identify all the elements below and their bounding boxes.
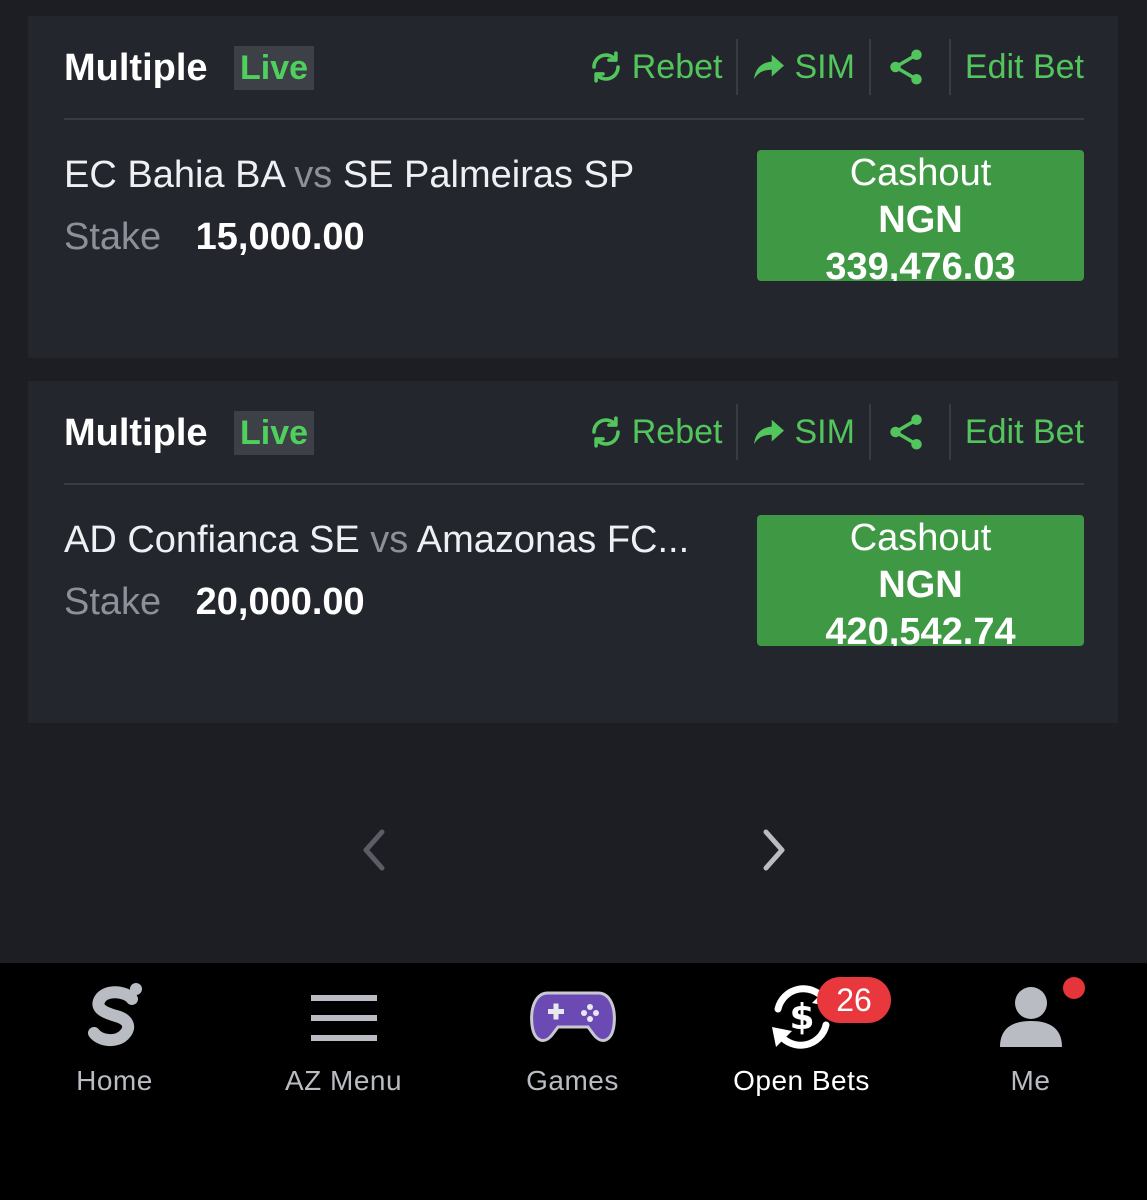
share-button[interactable] <box>871 38 949 96</box>
stake-label: Stake <box>64 581 162 623</box>
bet-card-header: Multiple Live Rebet SIM Edit Bet <box>64 381 1084 485</box>
home-team: AD Confianca SE <box>64 519 360 561</box>
bottom-tab-bar: Home AZ Menu Games $ 26 Open Bets Me <box>0 963 1147 1200</box>
rebet-label: Rebet <box>631 47 723 86</box>
tab-open-bets-label: Open Bets <box>733 1065 870 1096</box>
previous-page-button[interactable] <box>356 826 392 879</box>
share-button[interactable] <box>871 403 949 461</box>
vs-label: vs <box>370 519 409 561</box>
edit-bet-button[interactable]: Edit Bet <box>951 38 1084 96</box>
refresh-icon <box>591 416 620 448</box>
bet-card: Multiple Live Rebet SIM Edit Bet <box>28 381 1118 723</box>
hamburger-menu-icon <box>310 995 377 1041</box>
rebet-button[interactable]: Rebet <box>574 403 737 461</box>
cashout-label: Cashout <box>849 152 992 194</box>
rebet-label: Rebet <box>631 412 723 451</box>
cashout-button[interactable]: Cashout NGN 339,476.03 <box>757 150 1084 281</box>
refresh-icon <box>591 51 620 83</box>
sim-button[interactable]: SIM <box>738 38 868 96</box>
chevron-left-icon <box>363 829 385 871</box>
next-page-button[interactable] <box>756 826 792 879</box>
bet-actions: Rebet SIM Edit Bet <box>574 403 1084 461</box>
away-team: Amazonas FC... <box>416 519 690 561</box>
live-badge: Live <box>234 46 315 90</box>
tab-me-label: Me <box>1010 1065 1051 1096</box>
open-bets-count-badge: 26 <box>817 977 891 1023</box>
sim-label: SIM <box>794 412 855 451</box>
tab-me[interactable]: Me <box>916 963 1145 1113</box>
tab-az-menu[interactable]: AZ Menu <box>229 963 458 1113</box>
sim-label: SIM <box>794 47 855 86</box>
stake-row: Stake 15,000.00 <box>64 214 365 268</box>
edit-bet-label: Edit Bet <box>964 47 1084 86</box>
live-badge: Live <box>234 411 315 455</box>
bet-card-header: Multiple Live Rebet SIM Edit Bet <box>64 16 1084 120</box>
sim-button[interactable]: SIM <box>738 403 868 461</box>
cashout-amount: 420,542.74 <box>825 611 1016 646</box>
bet-actions: Rebet SIM Edit Bet <box>574 38 1084 96</box>
open-bets-screen: Multiple Live Rebet SIM Edit Bet EC Bahi… <box>0 0 1147 1200</box>
tab-az-menu-label: AZ Menu <box>284 1065 403 1096</box>
share-icon <box>890 414 922 450</box>
cashout-button[interactable]: Cashout NGN 420,542.74 <box>757 515 1084 646</box>
cashout-amount: 339,476.03 <box>825 246 1016 281</box>
tab-games-label: Games <box>526 1065 619 1096</box>
share-icon <box>890 49 922 85</box>
forward-arrow-icon <box>754 54 785 80</box>
stake-row: Stake 20,000.00 <box>64 579 365 633</box>
tab-home-label: Home <box>76 1065 153 1096</box>
bet-card: Multiple Live Rebet SIM Edit Bet <box>28 16 1118 358</box>
notification-dot <box>1063 977 1085 999</box>
cashout-label: Cashout <box>849 517 992 559</box>
edit-bet-button[interactable]: Edit Bet <box>951 403 1084 461</box>
gamepad-icon <box>529 991 616 1042</box>
stake-value: 20,000.00 <box>195 581 365 623</box>
cashout-currency: NGN <box>878 564 963 606</box>
chevron-right-icon <box>763 829 785 871</box>
stake-label: Stake <box>64 216 162 258</box>
sportybet-logo-icon <box>87 983 142 1046</box>
tab-games[interactable]: Games <box>458 963 687 1113</box>
tab-open-bets[interactable]: $ 26 Open Bets <box>687 963 916 1113</box>
edit-bet-label: Edit Bet <box>964 412 1084 451</box>
user-icon <box>999 987 1062 1047</box>
away-team: SE Palmeiras SP <box>342 154 635 196</box>
stake-value: 15,000.00 <box>195 216 365 258</box>
rebet-button[interactable]: Rebet <box>574 38 737 96</box>
bet-type-label: Multiple <box>64 412 208 454</box>
home-team: EC Bahia BA <box>64 154 284 196</box>
svg-text:$: $ <box>789 997 814 1038</box>
cashout-currency: NGN <box>878 199 963 241</box>
forward-arrow-icon <box>754 419 785 445</box>
bet-type-label: Multiple <box>64 47 208 89</box>
match-name: EC Bahia BA vs SE Palmeiras SP <box>64 152 724 198</box>
tab-home[interactable]: Home <box>0 963 229 1113</box>
match-name: AD Confianca SE vs Amazonas FC... <box>64 517 724 563</box>
vs-label: vs <box>294 154 333 196</box>
